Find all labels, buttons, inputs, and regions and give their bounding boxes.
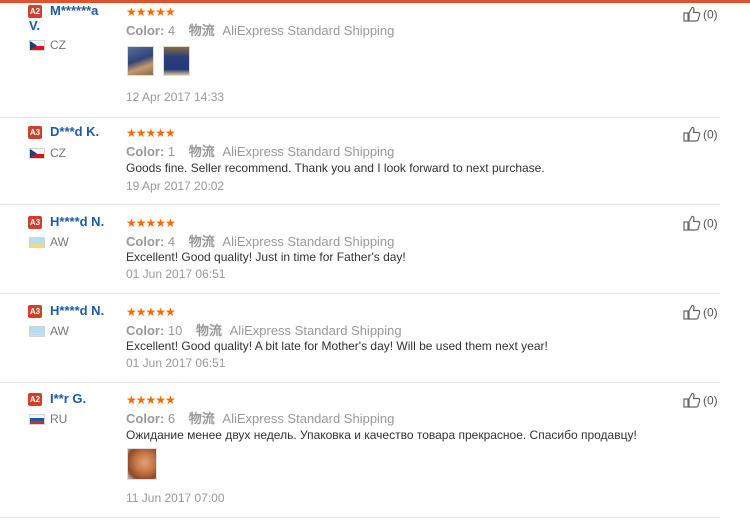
color-value: 6 <box>167 411 176 426</box>
reviewer-country: CZ <box>50 38 66 52</box>
logistics-label: 物流 <box>188 411 215 426</box>
review-text: Ожидание менее двух недель. Упаковка и к… <box>126 428 637 442</box>
flag-icon-cz <box>29 148 45 159</box>
color-label: Color: <box>126 234 165 249</box>
shipping-method: AliExpress Standard Shipping <box>222 234 395 249</box>
reviewer-name[interactable]: H****d N. <box>50 214 104 229</box>
review-date: 12 Apr 2017 14:33 <box>126 90 225 104</box>
review-date: 19 Apr 2017 20:02 <box>126 179 225 193</box>
reviewer-name-continued[interactable]: V. <box>29 18 40 33</box>
review-photo-thumbnail[interactable] <box>163 46 190 76</box>
review-date: 01 Jun 2017 06:51 <box>126 267 226 281</box>
buyer-level-badge: A3 <box>28 216 42 229</box>
flag-icon-cz <box>29 40 45 51</box>
helpful-button[interactable]: (0) <box>683 304 718 323</box>
review-item: A3 H****d N. AW ★★★★★ Color: 10 物流 AliEx… <box>0 293 720 383</box>
review-photo-thumbnail[interactable] <box>127 46 154 76</box>
review-item: A3 H****d N. AW ★★★★★ Color: 4 物流 AliExp… <box>0 204 720 294</box>
order-info: Color: 4 物流 AliExpress Standard Shipping <box>126 231 394 250</box>
flag-icon-aw <box>29 237 45 248</box>
order-info: Color: 6 物流 AliExpress Standard Shipping <box>126 408 394 427</box>
flag-icon-aw <box>29 326 45 337</box>
order-info: Color: 10 物流 AliExpress Standard Shippin… <box>126 320 402 339</box>
logistics-label: 物流 <box>188 23 215 38</box>
color-value: 10 <box>167 323 183 338</box>
reviewer-name[interactable]: I**r G. <box>50 391 86 406</box>
color-label: Color: <box>126 411 165 426</box>
buyer-level-badge: A3 <box>28 305 42 318</box>
helpful-count: (0) <box>703 7 718 22</box>
thumbs-up-icon <box>683 215 701 234</box>
order-info: Color: 4 物流 AliExpress Standard Shipping <box>126 20 394 39</box>
reviewer-country: AW <box>50 324 69 338</box>
color-value: 1 <box>167 144 176 159</box>
helpful-button[interactable]: (0) <box>683 392 718 411</box>
helpful-button[interactable]: (0) <box>683 215 718 234</box>
logistics-label: 物流 <box>196 323 223 338</box>
buyer-level-badge: A2 <box>28 5 42 18</box>
order-info: Color: 1 物流 AliExpress Standard Shipping <box>126 141 394 160</box>
thumbs-up-icon <box>683 392 701 411</box>
star-rating: ★★★★★ <box>126 393 176 407</box>
helpful-count: (0) <box>703 393 718 408</box>
thumbs-up-icon <box>683 6 701 25</box>
color-value: 4 <box>167 23 176 38</box>
review-text: Excellent! Good quality! A bit late for … <box>126 339 548 353</box>
star-rating: ★★★★★ <box>126 216 176 230</box>
star-rating: ★★★★★ <box>126 126 176 140</box>
review-date: 01 Jun 2017 06:51 <box>126 356 226 370</box>
reviewer-country: AW <box>50 235 69 249</box>
buyer-level-badge: A2 <box>28 393 42 406</box>
flag-icon-ru <box>29 414 45 425</box>
reviewer-country: RU <box>50 412 68 426</box>
color-label: Color: <box>126 144 165 159</box>
review-date: 11 Jun 2017 07:00 <box>126 491 225 505</box>
thumbs-up-icon <box>683 126 701 145</box>
helpful-count: (0) <box>703 216 718 231</box>
review-text: Goods fine. Seller recommend. Thank you … <box>126 161 545 175</box>
review-photo-thumbnail[interactable] <box>127 448 157 480</box>
shipping-method: AliExpress Standard Shipping <box>229 323 402 338</box>
star-rating: ★★★★★ <box>126 305 176 319</box>
color-value: 4 <box>167 234 176 249</box>
reviewer-name[interactable]: M******a <box>50 3 98 18</box>
reviewer-name[interactable]: D***d K. <box>50 124 99 139</box>
helpful-button[interactable]: (0) <box>683 126 718 145</box>
logistics-label: 物流 <box>188 144 215 159</box>
color-label: Color: <box>126 323 165 338</box>
color-label: Color: <box>126 23 165 38</box>
helpful-button[interactable]: (0) <box>683 6 718 25</box>
logistics-label: 物流 <box>188 234 215 249</box>
reviewer-name[interactable]: H****d N. <box>50 303 104 318</box>
shipping-method: AliExpress Standard Shipping <box>222 144 395 159</box>
shipping-method: AliExpress Standard Shipping <box>222 23 395 38</box>
thumbs-up-icon <box>683 304 701 323</box>
review-item: A2 M******a V. CZ ★★★★★ Color: 4 物流 AliE… <box>0 0 720 118</box>
helpful-count: (0) <box>703 305 718 320</box>
review-item: A2 I**r G. RU ★★★★★ Color: 6 物流 AliExpre… <box>0 382 720 518</box>
star-rating: ★★★★★ <box>126 5 176 19</box>
review-item: A3 D***d K. CZ ★★★★★ Color: 1 物流 AliExpr… <box>0 117 720 205</box>
review-text: Excellent! Good quality! Just in time fo… <box>126 250 406 264</box>
helpful-count: (0) <box>703 127 718 142</box>
shipping-method: AliExpress Standard Shipping <box>222 411 395 426</box>
reviewer-country: CZ <box>50 146 66 160</box>
buyer-level-badge: A3 <box>28 126 42 139</box>
